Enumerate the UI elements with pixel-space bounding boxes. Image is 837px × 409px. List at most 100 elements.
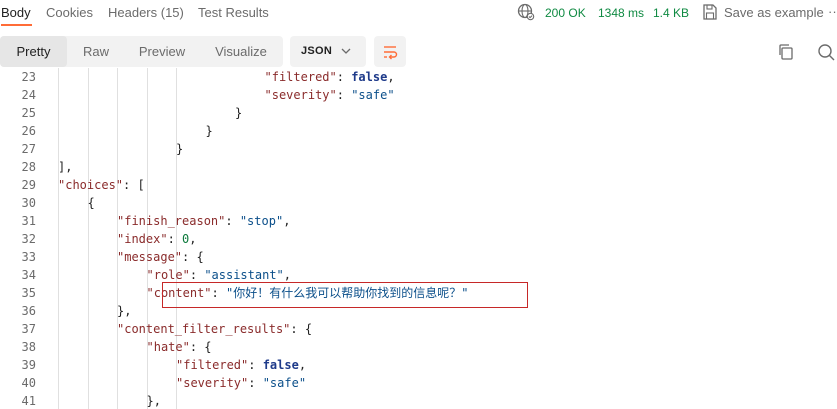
code-token: }, — [146, 394, 161, 408]
code-token: } — [235, 106, 243, 120]
code-text: "content_filter_results": { — [117, 320, 312, 338]
code-token: : { — [290, 322, 313, 336]
code-text: "index": 0, — [117, 230, 197, 248]
line-number: 37 — [21, 322, 36, 336]
code-token: "message" — [117, 250, 183, 264]
code-token: , — [283, 214, 291, 228]
code-token: : { — [182, 250, 204, 264]
code-token: "severity" — [264, 88, 337, 102]
save-icon[interactable] — [702, 3, 718, 21]
copy-icon[interactable] — [777, 43, 795, 61]
code-token: "stop" — [239, 214, 284, 228]
wrap-lines-button[interactable] — [374, 36, 406, 67]
globe-icon[interactable] — [517, 3, 535, 21]
code-line: 39 "filtered": false, — [0, 356, 837, 374]
tab-cookies[interactable]: Cookies — [46, 5, 93, 20]
code-token: , — [387, 70, 395, 84]
code-token: , — [298, 358, 307, 372]
code-line: 32 "index": 0, — [0, 230, 837, 248]
active-tab-indicator — [1, 24, 32, 26]
line-number: 34 — [21, 268, 36, 282]
code-token: : — [225, 214, 240, 228]
line-number: 41 — [21, 394, 36, 408]
line-number: 29 — [21, 178, 36, 192]
code-text: "message": { — [117, 248, 204, 266]
code-token: "safe" — [351, 88, 395, 102]
more-options-icon[interactable]: ·· — [828, 4, 837, 19]
code-token: : — [167, 232, 183, 246]
code-token: "index" — [117, 232, 168, 246]
code-token: : — [336, 88, 352, 102]
response-size[interactable]: 1.4 KB — [653, 6, 689, 20]
tab-test-results[interactable]: Test Results — [198, 5, 269, 20]
response-body-code[interactable]: 23 "filtered": false, 24 "severity": "safe"… — [0, 68, 837, 409]
wrap-lines-icon — [384, 46, 398, 60]
code-text: } — [176, 140, 183, 158]
code-token: : { — [189, 340, 212, 354]
line-number: 32 — [21, 232, 36, 246]
code-token: "assistant" — [204, 268, 284, 282]
view-mode-switcher: Pretty Raw Preview Visualize — [0, 36, 283, 67]
code-token: "role" — [146, 268, 190, 282]
line-number: 39 — [21, 358, 36, 372]
code-line: 40 "severity": "safe" — [0, 374, 837, 392]
code-line: 27} — [0, 140, 837, 158]
code-line: 37 "content_filter_results": { — [0, 320, 837, 338]
code-line: 26} — [0, 122, 837, 140]
code-token: "hate" — [146, 340, 190, 354]
code-text: "finish_reason": "stop", — [117, 212, 290, 230]
response-time[interactable]: 1348 ms — [598, 6, 644, 20]
code-token: : — [189, 268, 205, 282]
code-token: "choices" — [58, 178, 124, 192]
line-number: 40 — [21, 376, 36, 390]
line-number: 33 — [21, 250, 36, 264]
code-token: "filtered" — [264, 70, 337, 84]
code-token: : — [248, 358, 263, 372]
code-text: }, — [117, 302, 131, 320]
code-line: 38 "hate": { — [0, 338, 837, 356]
code-text: } — [206, 122, 213, 140]
view-mode-pretty[interactable]: Pretty — [0, 36, 67, 67]
code-token: "severity" — [176, 376, 249, 390]
code-token: { — [87, 196, 95, 210]
save-as-example-button[interactable]: Save as example — [724, 5, 824, 20]
highlight-annotation-box — [162, 282, 528, 308]
line-number: 25 — [21, 106, 36, 120]
format-dropdown[interactable]: JSON — [290, 36, 366, 67]
code-token: false — [262, 358, 299, 372]
format-dropdown-value: JSON — [301, 45, 333, 57]
code-line: 24 "severity": "safe" — [0, 86, 837, 104]
code-token: ], — [58, 160, 73, 174]
code-line: 31 "finish_reason": "stop", — [0, 212, 837, 230]
tab-headers[interactable]: Headers (15) — [108, 5, 184, 20]
line-number: 26 — [21, 124, 36, 138]
line-number: 24 — [21, 88, 36, 102]
tab-body[interactable]: Body — [1, 5, 31, 20]
view-mode-raw[interactable]: Raw — [67, 36, 125, 67]
code-token: false — [351, 70, 388, 84]
response-tabs-bar: Body Cookies Headers (15) Test Results 2… — [0, 0, 837, 26]
line-number: 31 — [21, 214, 36, 228]
status-code[interactable]: 200 OK — [545, 6, 586, 20]
line-number: 28 — [21, 160, 36, 174]
code-token: "content_filter_results" — [117, 322, 291, 336]
line-number: 23 — [21, 70, 36, 84]
code-token: "filtered" — [176, 358, 249, 372]
line-number: 35 — [21, 286, 36, 300]
code-token: } — [205, 124, 213, 138]
code-token: "safe" — [262, 376, 307, 390]
code-text: "filtered": false, — [265, 68, 395, 86]
code-line: 25} — [0, 104, 837, 122]
code-text: "choices": [ — [58, 176, 145, 194]
code-line: 30 { — [0, 194, 837, 212]
code-text: ], — [58, 158, 72, 176]
view-mode-visualize[interactable]: Visualize — [199, 36, 283, 67]
search-icon[interactable] — [817, 43, 835, 61]
view-mode-preview[interactable]: Preview — [125, 36, 199, 67]
line-number: 27 — [21, 142, 36, 156]
code-token: }, — [117, 304, 132, 318]
code-token: } — [176, 142, 184, 156]
code-token: "finish_reason" — [117, 214, 226, 228]
code-line: 41}, — [0, 392, 837, 409]
code-token: : — [336, 70, 352, 84]
